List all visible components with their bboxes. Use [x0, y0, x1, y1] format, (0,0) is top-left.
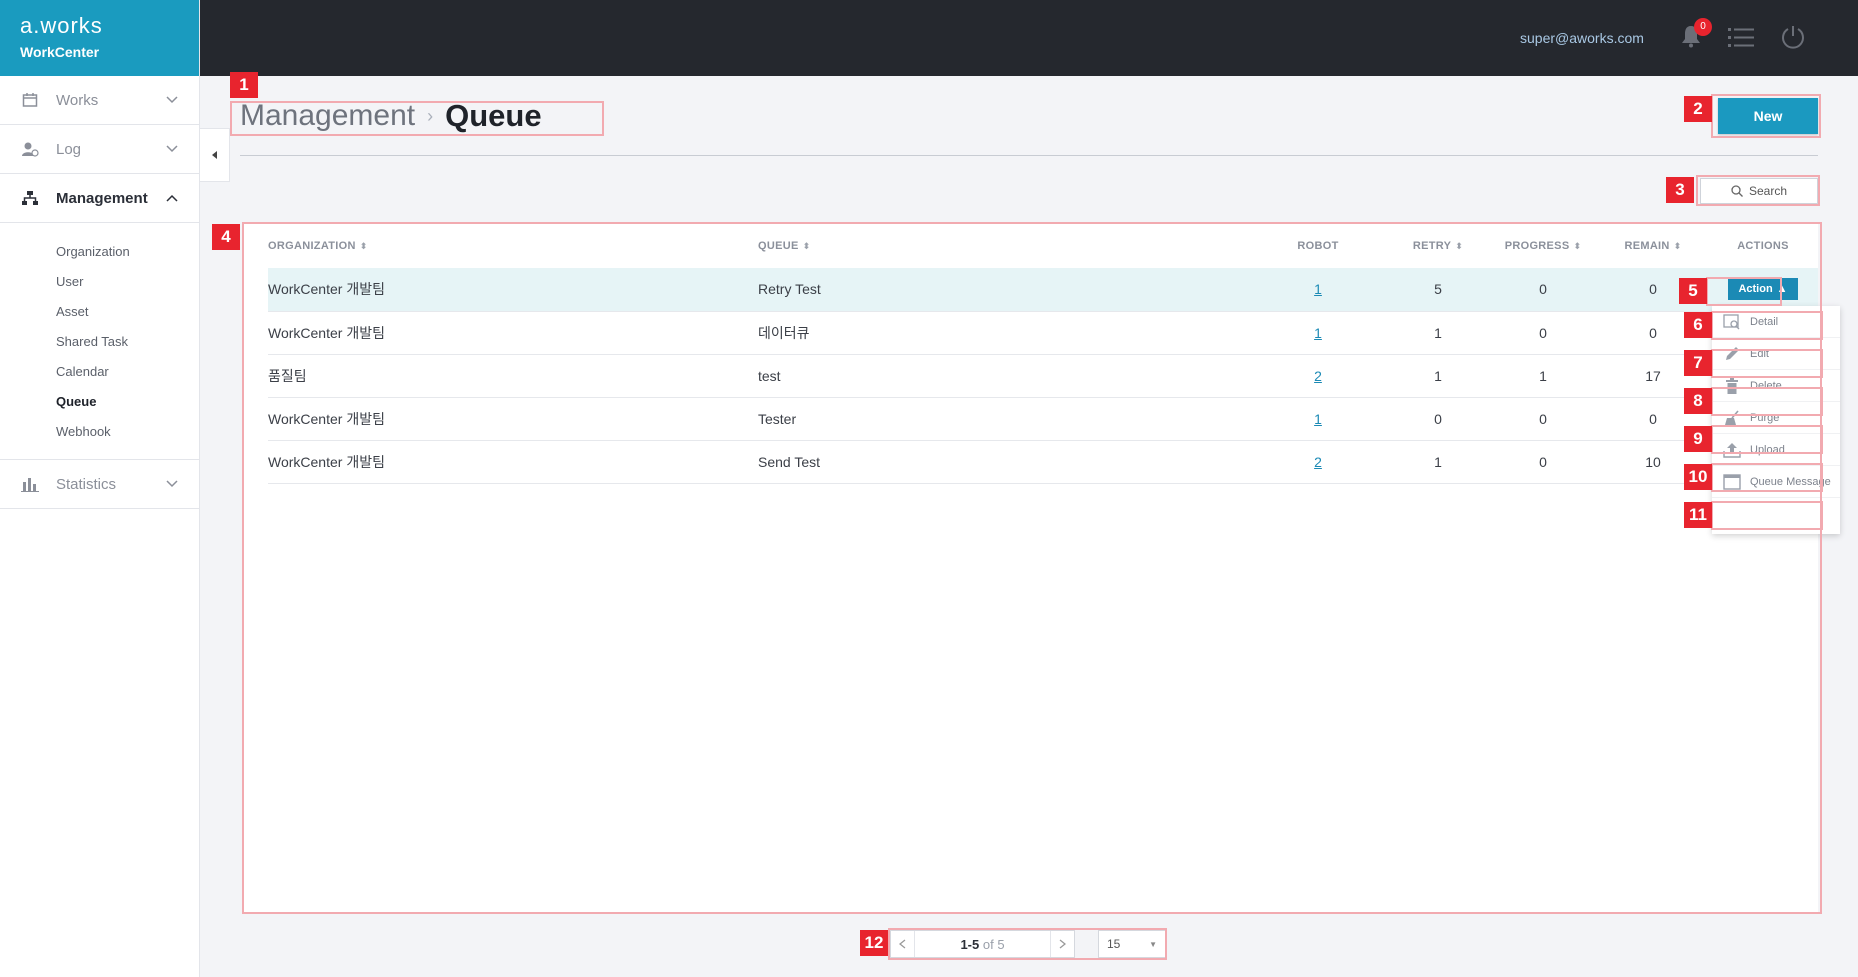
- annotation-tag: 8: [1684, 388, 1712, 414]
- annotation-tag: 5: [1679, 278, 1707, 304]
- annotation-box: [242, 222, 1822, 914]
- management-submenu: Organization User Asset Shared Task Cale…: [0, 223, 199, 460]
- annotation-tag: 6: [1684, 312, 1712, 338]
- title-divider: [240, 155, 1818, 156]
- annotation-box: [1711, 311, 1823, 340]
- annotation-tag: 9: [1684, 426, 1712, 452]
- annotation-box: [1696, 175, 1820, 206]
- top-bar: super@aworks.com 0: [200, 0, 1858, 76]
- hierarchy-icon: [20, 188, 40, 208]
- sidebar-group-label: Statistics: [56, 475, 117, 493]
- annotation-tag: 12: [860, 930, 888, 956]
- annotation-box: [1706, 277, 1782, 306]
- chevron-down-icon: [165, 477, 179, 491]
- sidebar-item-organization[interactable]: Organization: [56, 237, 199, 267]
- annotation-tag: 10: [1684, 464, 1712, 490]
- sidebar-group-statistics[interactable]: Statistics: [0, 460, 199, 509]
- annotation-box: [1711, 501, 1823, 530]
- sidebar-item-webhook[interactable]: Webhook: [56, 417, 199, 447]
- annotation-box: [888, 928, 1167, 960]
- user-log-icon: [20, 139, 40, 159]
- brand-logo: a.works: [20, 13, 103, 38]
- chevron-down-icon: [165, 142, 179, 156]
- sidebar-item-queue[interactable]: Queue: [56, 387, 199, 417]
- chevron-left-icon: [211, 151, 217, 159]
- notification-badge: 0: [1694, 18, 1712, 36]
- annotation-tag: 1: [230, 72, 258, 98]
- annotation-box: [1711, 94, 1821, 138]
- annotation-box: [1711, 463, 1823, 492]
- chevron-down-icon: [165, 93, 179, 107]
- bar-chart-icon: [20, 474, 40, 494]
- sidebar-collapse-toggle[interactable]: [200, 128, 230, 182]
- sidebar: a.works WorkCenter Works Log Management …: [0, 0, 200, 977]
- annotation-box: [1711, 349, 1823, 378]
- annotation-tag: 3: [1666, 177, 1694, 203]
- sidebar-group-label: Log: [56, 140, 82, 158]
- sidebar-group-works[interactable]: Works: [0, 76, 199, 125]
- list-menu-icon[interactable]: [1728, 26, 1754, 53]
- annotation-box: [1711, 425, 1823, 454]
- user-email[interactable]: super@aworks.com: [1520, 30, 1644, 46]
- annotation-box: [230, 101, 604, 136]
- sidebar-item-shared-task[interactable]: Shared Task: [56, 327, 199, 357]
- annotation-tag: 4: [212, 224, 240, 250]
- annotation-tag: 11: [1684, 502, 1712, 528]
- annotation-box: [1711, 387, 1823, 416]
- sidebar-item-calendar[interactable]: Calendar: [56, 357, 199, 387]
- sidebar-group-management[interactable]: Management: [0, 174, 199, 223]
- calendar-icon: [20, 90, 40, 110]
- sidebar-item-user[interactable]: User: [56, 267, 199, 297]
- brand-header[interactable]: a.works WorkCenter: [0, 0, 199, 76]
- annotation-tag: 2: [1684, 96, 1712, 122]
- chevron-up-icon: [165, 191, 179, 205]
- annotation-tag: 7: [1684, 350, 1712, 376]
- sidebar-group-log[interactable]: Log: [0, 125, 199, 174]
- brand-product: WorkCenter: [20, 44, 100, 60]
- sidebar-group-label: Management: [56, 189, 148, 207]
- power-icon[interactable]: [1780, 24, 1806, 55]
- sidebar-item-asset[interactable]: Asset: [56, 297, 199, 327]
- sidebar-group-label: Works: [56, 91, 99, 109]
